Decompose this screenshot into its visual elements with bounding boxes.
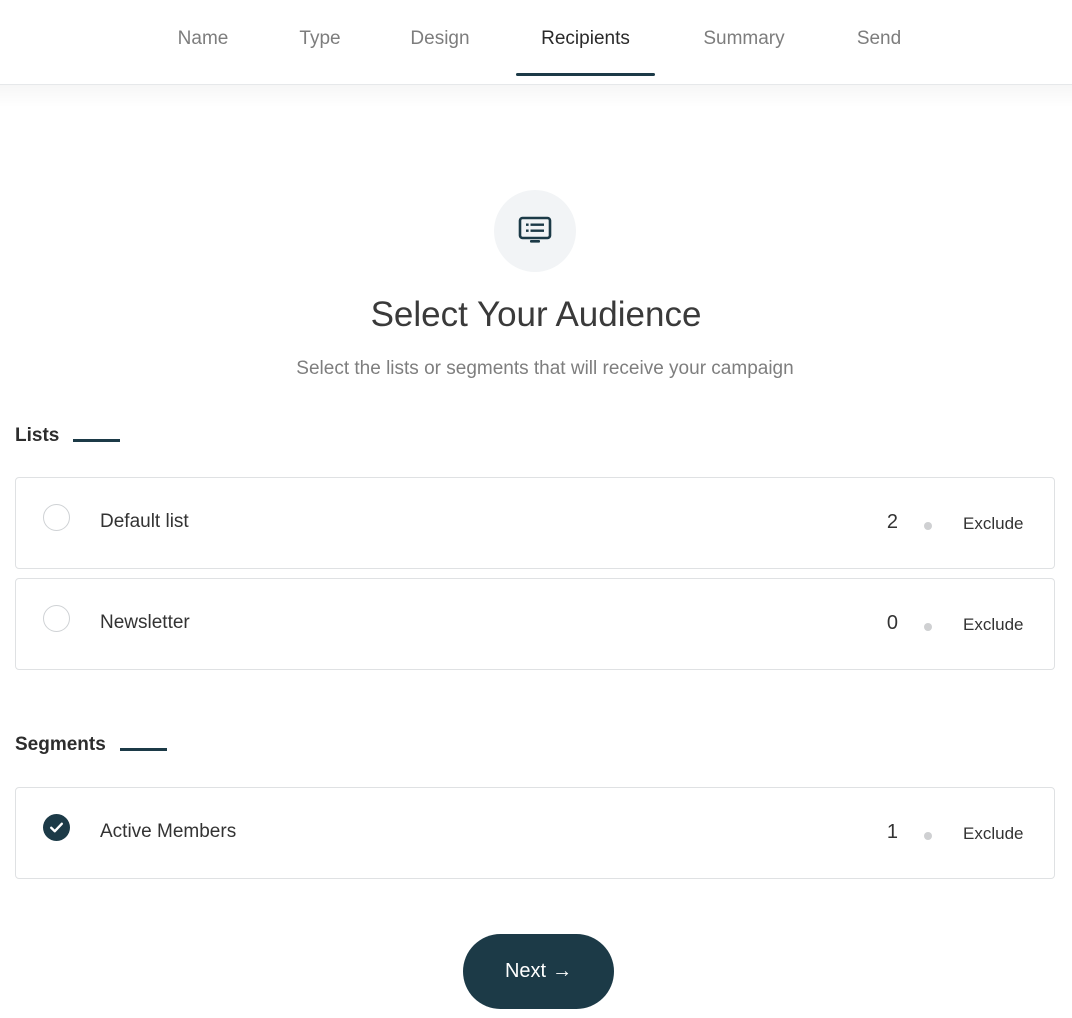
separator-dot	[924, 522, 932, 530]
segment-select-radio[interactable]	[43, 814, 70, 841]
segments-heading-label: Segments	[15, 734, 106, 755]
tab-summary[interactable]: Summary	[698, 0, 790, 85]
tab-send[interactable]: Send	[855, 0, 903, 85]
segment-item-count: 1	[886, 821, 898, 843]
segment-item-label: Active Members	[100, 821, 237, 842]
lists-heading: Lists	[15, 425, 121, 447]
tab-type-label: Type	[299, 27, 341, 49]
list-select-radio[interactable]	[43, 605, 70, 632]
list-item-count: 0	[886, 612, 898, 634]
separator-dot	[924, 832, 932, 840]
list-item-count: 2	[886, 511, 898, 533]
tab-send-label: Send	[856, 27, 902, 49]
segment-item[interactable]: Active Members 1 Exclude	[15, 787, 1055, 879]
tab-name[interactable]: Name	[174, 0, 232, 85]
segments-heading-rule	[119, 747, 167, 751]
exclude-button[interactable]: Exclude	[963, 615, 1023, 635]
list-item-label: Newsletter	[100, 612, 190, 633]
list-select-radio[interactable]	[43, 504, 70, 531]
lists-heading-rule	[73, 438, 121, 442]
segments-heading: Segments	[15, 734, 167, 756]
arrow-right-icon: →	[552, 960, 573, 982]
step-navigation: Name Type Design Recipients Summary Send	[0, 0, 1072, 85]
tab-summary-label: Summary	[703, 27, 785, 49]
checkmark-icon	[50, 822, 63, 833]
page-subtitle: Select the lists or segments that will r…	[296, 358, 794, 379]
tab-recipients[interactable]: Recipients	[516, 0, 655, 85]
next-button[interactable]: Next →	[463, 934, 614, 1009]
separator-dot	[924, 623, 932, 631]
tab-recipients-label: Recipients	[541, 27, 630, 49]
tab-design-label: Design	[410, 27, 470, 49]
tab-type[interactable]: Type	[297, 0, 343, 85]
exclude-button[interactable]: Exclude	[963, 824, 1023, 844]
next-button-label: Next	[504, 960, 547, 982]
tab-name-label: Name	[177, 27, 229, 49]
list-item[interactable]: Newsletter 0 Exclude	[15, 578, 1055, 670]
list-screen-icon	[494, 190, 576, 272]
lists-heading-label: Lists	[15, 425, 60, 446]
nav-shadow	[0, 85, 1072, 107]
list-item[interactable]: Default list 2 Exclude	[15, 477, 1055, 569]
tab-design[interactable]: Design	[408, 0, 472, 85]
page-title: Select Your Audience	[370, 295, 702, 334]
list-item-label: Default list	[100, 511, 189, 532]
exclude-button[interactable]: Exclude	[963, 514, 1023, 534]
